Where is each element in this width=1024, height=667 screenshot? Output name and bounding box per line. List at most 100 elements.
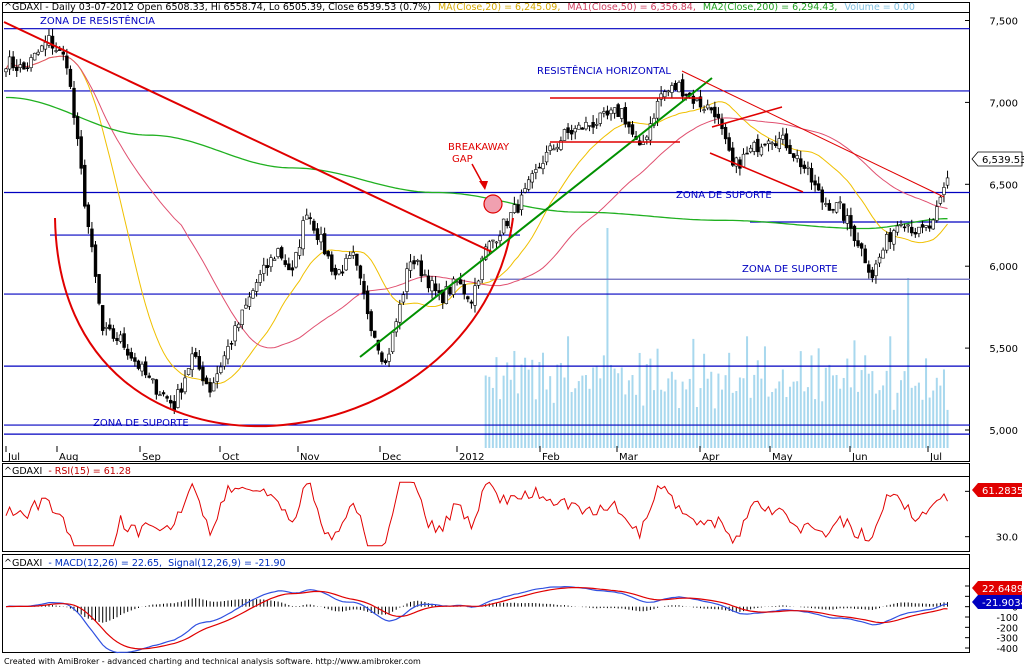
volume-bar [527, 369, 530, 448]
rsi-value-tag: 61.2835 [972, 483, 1023, 497]
candle-body [111, 328, 116, 339]
candle-body [777, 138, 781, 149]
candle-body [612, 107, 617, 114]
candle-body [605, 110, 610, 116]
candle-body [802, 164, 807, 169]
volume-bar [839, 388, 842, 448]
volume-bar [860, 370, 863, 448]
volume-bar [710, 371, 713, 448]
candle-body [305, 214, 309, 220]
candle-body [935, 206, 939, 221]
volume-bar [670, 371, 673, 448]
candle-body [824, 203, 828, 205]
breakaway-label: BREAKAWAY [448, 142, 510, 153]
candle-body [723, 126, 728, 140]
candle-body [831, 209, 835, 211]
candle-body [373, 330, 377, 338]
candle-body [849, 215, 853, 229]
candle-body [337, 269, 341, 275]
candle-body [670, 85, 674, 93]
volume-bar [491, 387, 494, 448]
volume-bar [724, 375, 727, 448]
candle-body [380, 352, 384, 362]
volume-bar [828, 364, 831, 448]
footer-credit: Created with AmiBroker - advanced charti… [4, 657, 421, 666]
candle-body [283, 260, 287, 265]
candle-body [319, 234, 323, 243]
candle-body [609, 109, 613, 115]
candle-body [258, 274, 262, 283]
last-price-tag: 6,539.53 [971, 151, 1024, 167]
candle-body [140, 363, 144, 372]
candle-body [201, 366, 205, 382]
candle-body [562, 129, 567, 141]
volume-bar [502, 375, 505, 448]
volume-bar [907, 278, 910, 448]
candle-body [129, 352, 133, 359]
candle-body [40, 45, 44, 52]
candle-body [931, 219, 935, 230]
candle-body [466, 296, 470, 300]
candle-body [344, 258, 348, 271]
price-tick-label: 6,500 [989, 180, 1018, 191]
volume-bar [903, 371, 906, 448]
volume-bar [935, 377, 938, 448]
candle-body [806, 166, 810, 169]
candle-body [498, 235, 502, 242]
horizontal-resistance-label: RESISTÊNCIA HORIZONTAL [537, 64, 671, 77]
candle-body [237, 323, 241, 329]
volume-bar [674, 379, 677, 448]
candle-body [104, 326, 108, 329]
candle-body [809, 168, 814, 183]
candle-body [738, 159, 742, 169]
volume-bar [917, 382, 920, 448]
candle-body [748, 147, 753, 153]
candle-body [154, 379, 159, 395]
candle-body [741, 153, 746, 168]
rsi-line [5, 481, 948, 547]
volume-bar [803, 391, 806, 448]
candle-body [233, 325, 237, 342]
candle-body [756, 138, 760, 153]
candle-body [315, 228, 320, 240]
candle-body [186, 368, 191, 375]
candle-body [426, 275, 431, 289]
volume-bar [874, 393, 877, 448]
candle-body [330, 254, 334, 272]
candle-body [927, 225, 932, 229]
candle-body [834, 202, 839, 213]
macd-value-label: 22.6489 [982, 584, 1023, 595]
candle-body [197, 356, 202, 370]
volume-bar [746, 336, 749, 448]
volume-bar [506, 362, 509, 448]
candle-body [594, 123, 599, 126]
candle-body [677, 82, 681, 93]
candle-body [877, 256, 882, 264]
candle-body [791, 153, 796, 158]
candle-body [526, 179, 531, 190]
volume-bar [613, 368, 616, 448]
candle-body [351, 251, 355, 256]
volume-bar [789, 386, 792, 448]
macd-histogram [9, 598, 948, 623]
candle-body [430, 280, 434, 292]
volume-bar [516, 393, 519, 448]
candle-body [519, 194, 524, 210]
candle-body [587, 125, 592, 127]
candle-body [326, 251, 330, 257]
volume-bar [892, 409, 895, 448]
candle-body [448, 286, 452, 295]
candle-body [108, 324, 112, 330]
candle-body [713, 106, 717, 118]
candle-body [906, 224, 910, 227]
candle-body [745, 152, 749, 155]
candle-body [279, 247, 284, 259]
candle-body [680, 79, 685, 97]
candle-body [383, 360, 388, 364]
candle-body [408, 261, 413, 271]
candle-body [365, 290, 370, 315]
candle-body [229, 342, 234, 345]
volume-bar [559, 362, 562, 448]
price-tick-label: 5,000 [989, 426, 1018, 437]
macd-header: ^GDAXI - MACD(12,26) = 22.65, Signal(12,… [4, 558, 286, 569]
